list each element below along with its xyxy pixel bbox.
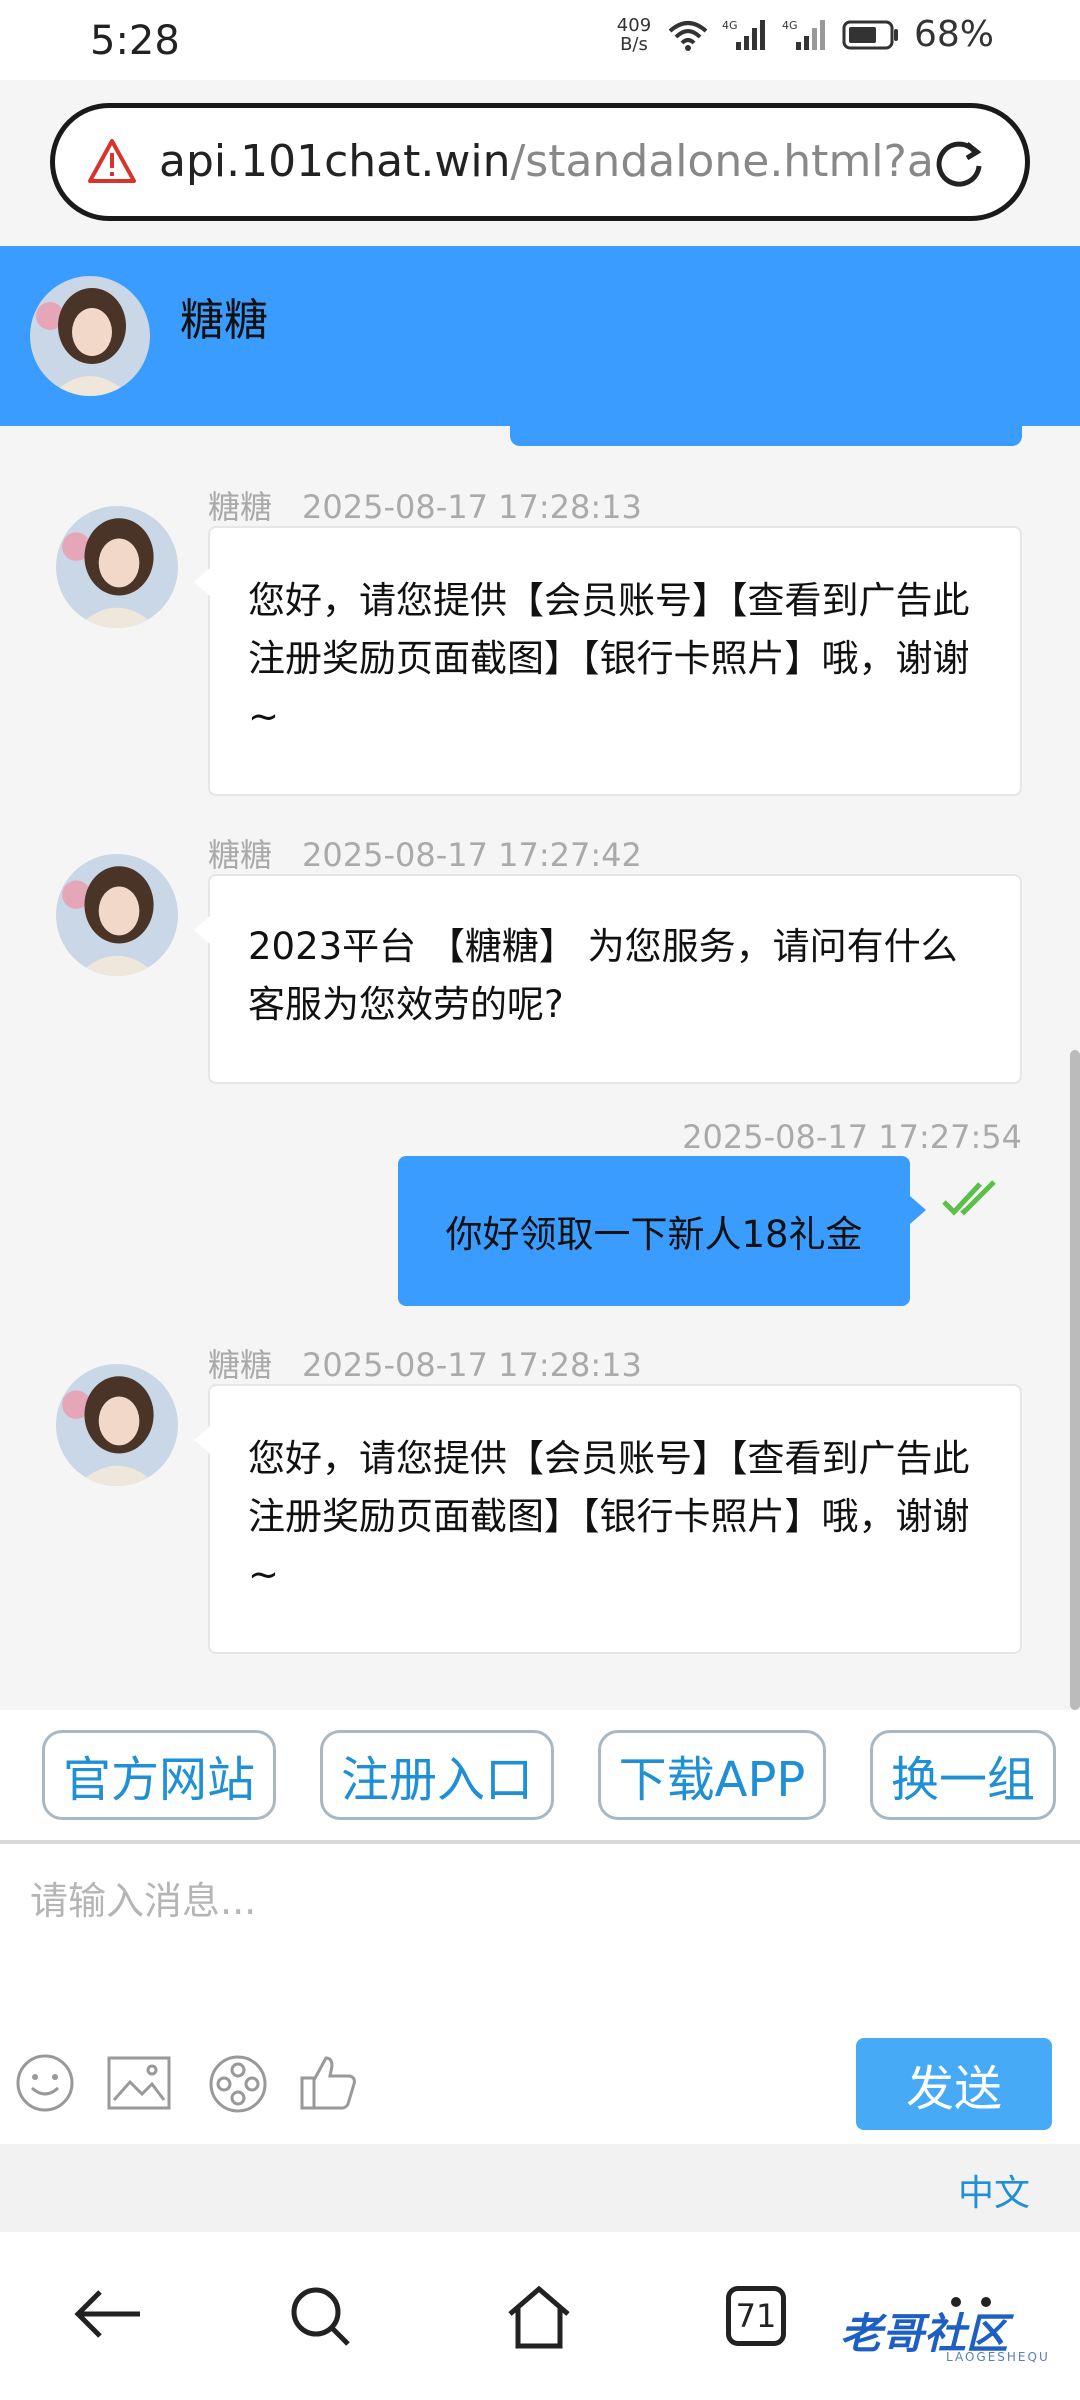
tabs-button[interactable]: 71 — [726, 2286, 786, 2346]
composer: 请输入消息... 发送 — [0, 1844, 1080, 2144]
chat-messages[interactable]: 糖糖 2025-08-17 17:28:13 您好，请您提供【会员账号】【查看到广… — [0, 426, 1080, 1710]
quick-reply-bar: 官方网站 注册入口 下载APP 换一组 — [0, 1710, 1080, 1840]
agent-avatar[interactable] — [56, 1364, 178, 1486]
message-meta: 糖糖 2025-08-17 17:27:42 — [208, 836, 642, 874]
agent-name: 糖糖 — [180, 295, 268, 346]
register-button[interactable]: 注册入口 — [320, 1730, 554, 1820]
double-check-icon — [942, 1180, 996, 1216]
language-bar: 中文 — [0, 2144, 1080, 2232]
search-icon[interactable] — [288, 2284, 354, 2350]
svg-text:4G: 4G — [782, 19, 798, 32]
official-site-button[interactable]: 官方网站 — [42, 1730, 276, 1820]
message-meta: 糖糖 2025-08-17 17:28:13 — [208, 488, 642, 526]
svg-text:4G: 4G — [722, 19, 738, 32]
send-button[interactable]: 发送 — [856, 2038, 1052, 2130]
wifi-icon — [668, 20, 708, 51]
message-bubble: 您好，请您提供【会员账号】【查看到广告此注册奖励页面截图】【银行卡照片】哦，谢谢… — [194, 526, 1022, 796]
scrollbar[interactable] — [1070, 1050, 1080, 1710]
chat-header: 糖糖 — [0, 246, 1080, 426]
status-time: 5:28 — [90, 18, 180, 64]
message-bubble: 2023平台 【糖糖】 为您服务，请问有什么客服为您效劳的呢? — [194, 874, 1022, 1084]
reload-icon[interactable] — [931, 136, 987, 192]
signal-4g-icon: 4G — [722, 19, 765, 50]
message-input[interactable]: 请输入消息... — [30, 1870, 256, 1925]
previous-message-bubble — [510, 426, 1022, 446]
download-app-button[interactable]: 下载APP — [598, 1730, 826, 1820]
my-message-time: 2025-08-17 17:27:54 — [682, 1118, 1022, 1156]
watermark-subtitle: LAOGESHEQU — [946, 2350, 1050, 2364]
status-bar: 5:28 409 B/s 4G 4G 68% — [0, 0, 1080, 80]
my-message-bubble: 你好领取一下新人18礼金 — [398, 1156, 926, 1306]
switch-group-button[interactable]: 换一组 — [870, 1730, 1056, 1820]
signal-4g-icon-2: 4G — [782, 19, 825, 50]
warning-icon[interactable] — [87, 138, 137, 184]
emoji-icon[interactable] — [14, 2052, 76, 2114]
battery-icon — [842, 20, 898, 49]
back-icon[interactable] — [74, 2284, 144, 2344]
message-meta: 糖糖 2025-08-17 17:28:13 — [208, 1346, 642, 1384]
status-icons: 409 B/s 4G 4G 68% — [614, 14, 994, 55]
battery-percent: 68% — [913, 14, 994, 55]
message-bubble: 您好，请您提供【会员账号】【查看到广告此注册奖励页面截图】【银行卡照片】哦，谢谢… — [194, 1384, 1022, 1654]
image-icon[interactable] — [106, 2052, 172, 2114]
agent-avatar[interactable] — [30, 276, 150, 396]
agent-avatar[interactable] — [56, 506, 178, 628]
browser-nav: 71 老哥社区 LAOGESHEQU — [0, 2232, 1080, 2400]
language-switch[interactable]: 中文 — [958, 2164, 1030, 2216]
agent-avatar[interactable] — [56, 854, 178, 976]
home-icon[interactable] — [504, 2284, 574, 2350]
address-bar[interactable]: api.101chat.win/standalone.html?a — [50, 103, 1030, 221]
network-speed: 409 B/s — [616, 14, 652, 55]
video-icon[interactable] — [206, 2052, 270, 2116]
thumbs-up-icon[interactable] — [298, 2052, 360, 2114]
url-text[interactable]: api.101chat.win/standalone.html?a — [159, 136, 939, 187]
